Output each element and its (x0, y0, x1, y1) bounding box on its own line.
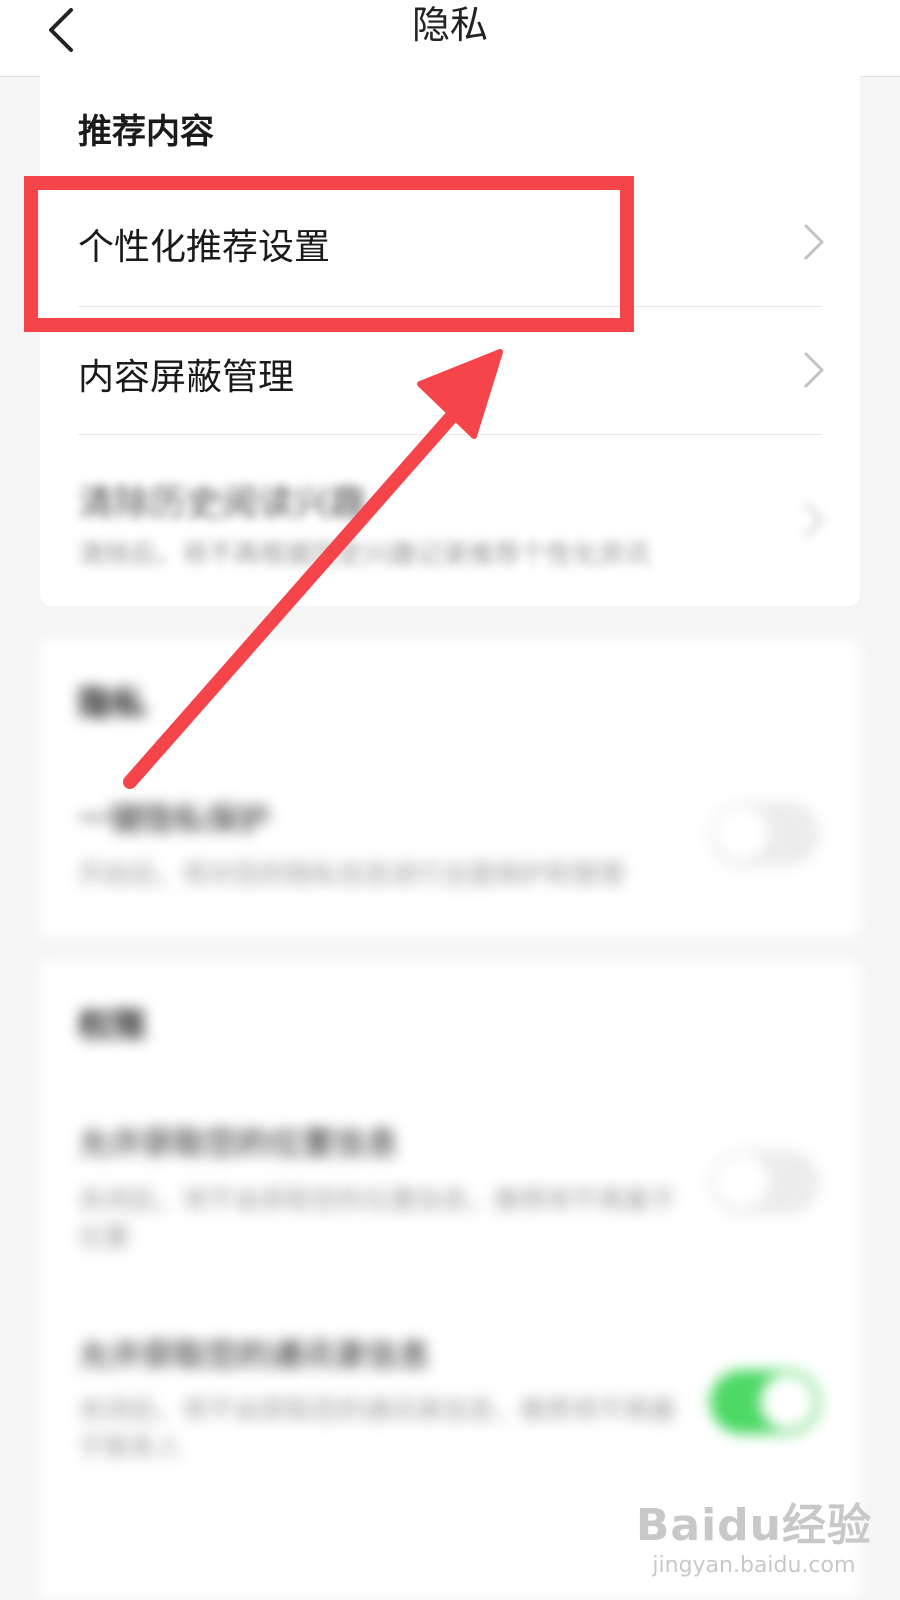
baidu-watermark: Baidu经验 jingyan.baidu.com (636, 1489, 872, 1578)
annotation-arrow (123, 349, 503, 789)
watermark-logo: Baidu经验 (635, 1500, 872, 1551)
watermark-url: jingyan.baidu.com (652, 1553, 856, 1578)
